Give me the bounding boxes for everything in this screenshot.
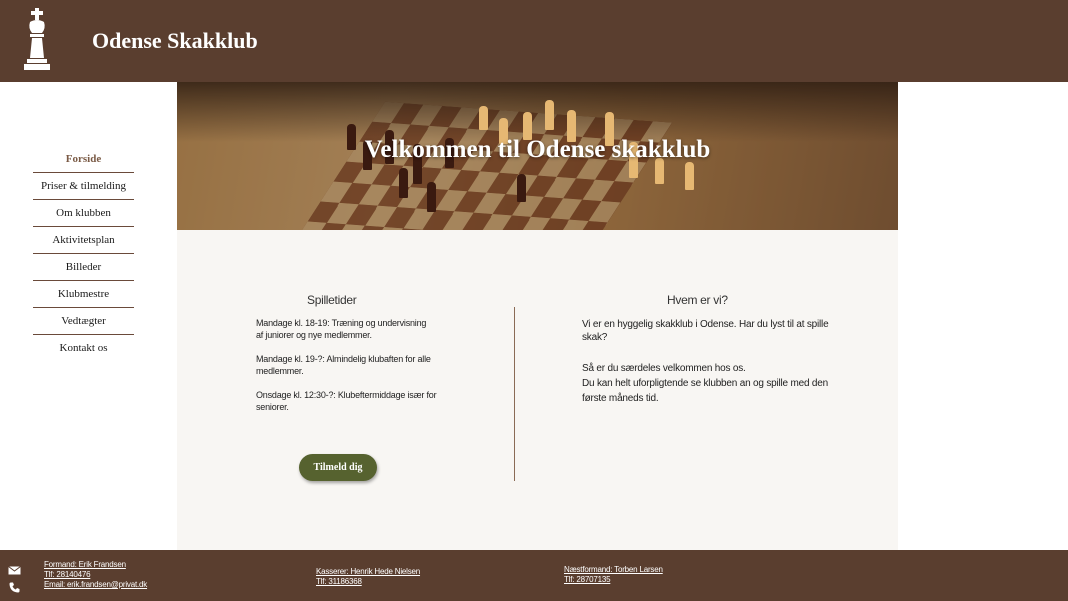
naestformand-contact: Næstformand: Torben Larsen Tlf: 28707135 [564, 565, 663, 585]
nav-item-billeder[interactable]: Billeder [33, 254, 134, 281]
nav-item-vedtaegter[interactable]: Vedtægter [33, 308, 134, 335]
paragraph-line: Så er du særdeles velkommen hos os. [582, 363, 746, 374]
hvem-er-vi-paragraph-2: Så er du særdeles velkommen hos os. Du k… [582, 361, 828, 406]
naestformand-name[interactable]: Næstformand: Torben Larsen [564, 565, 663, 575]
kasserer-name[interactable]: Kasserer: Henrik Hede Nielsen [316, 567, 420, 577]
paragraph-line: Mandage kl. 19-?: Almindelig klubaften f… [256, 354, 431, 364]
nav-item-priser-tilmelding[interactable]: Priser & tilmelding [33, 173, 134, 200]
spilletider-paragraph-1: Mandage kl. 18-19: Træning og undervisni… [256, 317, 426, 341]
formand-name[interactable]: Formand: Erik Frandsen [44, 560, 147, 570]
paragraph-line: Onsdage kl. 12:30-?: Klubeftermiddage is… [256, 390, 437, 400]
phone-icon [9, 582, 20, 593]
paragraph-line: første måneds tid. [582, 393, 659, 404]
hero-banner: Velkommen til Odense skakklub [177, 82, 898, 230]
main-content: Spilletider Mandage kl. 18-19: Træning o… [177, 230, 898, 550]
chess-piece-light [685, 162, 694, 190]
paragraph-line: medlemmer. [256, 366, 304, 376]
nav-item-aktivitetsplan[interactable]: Aktivitetsplan [33, 227, 134, 254]
hvem-er-vi-heading: Hvem er vi? [667, 293, 728, 307]
nav-item-forside[interactable]: Forside [33, 146, 134, 173]
naestformand-phone[interactable]: Tlf: 28707135 [564, 575, 663, 585]
paragraph-line: skak? [582, 332, 608, 343]
paragraph-line: af juniorer og nye medlemmer. [256, 330, 372, 340]
site-title[interactable]: Odense Skakklub [92, 28, 258, 54]
paragraph-line: Vi er en hyggelig skakklub i Odense. Har… [582, 319, 829, 330]
hero-title: Velkommen til Odense skakklub [364, 136, 711, 163]
chess-piece-dark [399, 168, 408, 198]
paragraph-line: Mandage kl. 18-19: Træning og undervisni… [256, 318, 427, 328]
spilletider-paragraph-2: Mandage kl. 19-?: Almindelig klubaften f… [256, 353, 431, 377]
main-nav: Forside Priser & tilmelding Om klubben A… [33, 146, 134, 362]
paragraph-line: seniorer. [256, 402, 289, 412]
tilmeld-dig-button[interactable]: Tilmeld dig [299, 454, 377, 481]
nav-item-klubmestre[interactable]: Klubmestre [33, 281, 134, 308]
chess-piece-dark [427, 182, 436, 212]
envelope-icon [8, 566, 21, 575]
formand-contact: Formand: Erik Frandsen Tlf: 28140476 Ema… [44, 560, 147, 590]
formand-phone[interactable]: Tlf: 28140476 [44, 570, 147, 580]
nav-item-kontakt-os[interactable]: Kontakt os [33, 335, 134, 362]
site-header: Odense Skakklub [0, 0, 1068, 82]
sidebar: Forside Priser & tilmelding Om klubben A… [0, 82, 176, 550]
kasserer-phone[interactable]: Tlf: 31186368 [316, 577, 420, 587]
chess-piece-light [545, 100, 554, 130]
nav-item-om-klubben[interactable]: Om klubben [33, 200, 134, 227]
spilletider-heading: Spilletider [307, 293, 357, 307]
site-footer: Formand: Erik Frandsen Tlf: 28140476 Ema… [0, 550, 1068, 601]
paragraph-line: Du kan helt uforpligtende se klubben an … [582, 378, 828, 389]
hvem-er-vi-paragraph-1: Vi er en hyggelig skakklub i Odense. Har… [582, 318, 829, 344]
chess-piece-light [479, 106, 488, 130]
column-divider [514, 307, 515, 481]
chess-king-logo-icon[interactable] [18, 6, 56, 74]
spilletider-paragraph-3: Onsdage kl. 12:30-?: Klubeftermiddage is… [256, 389, 437, 413]
formand-email[interactable]: Email: erik.frandsen@privat.dk [44, 580, 147, 590]
chess-piece-dark [517, 174, 526, 202]
kasserer-contact: Kasserer: Henrik Hede Nielsen Tlf: 31186… [316, 567, 420, 587]
